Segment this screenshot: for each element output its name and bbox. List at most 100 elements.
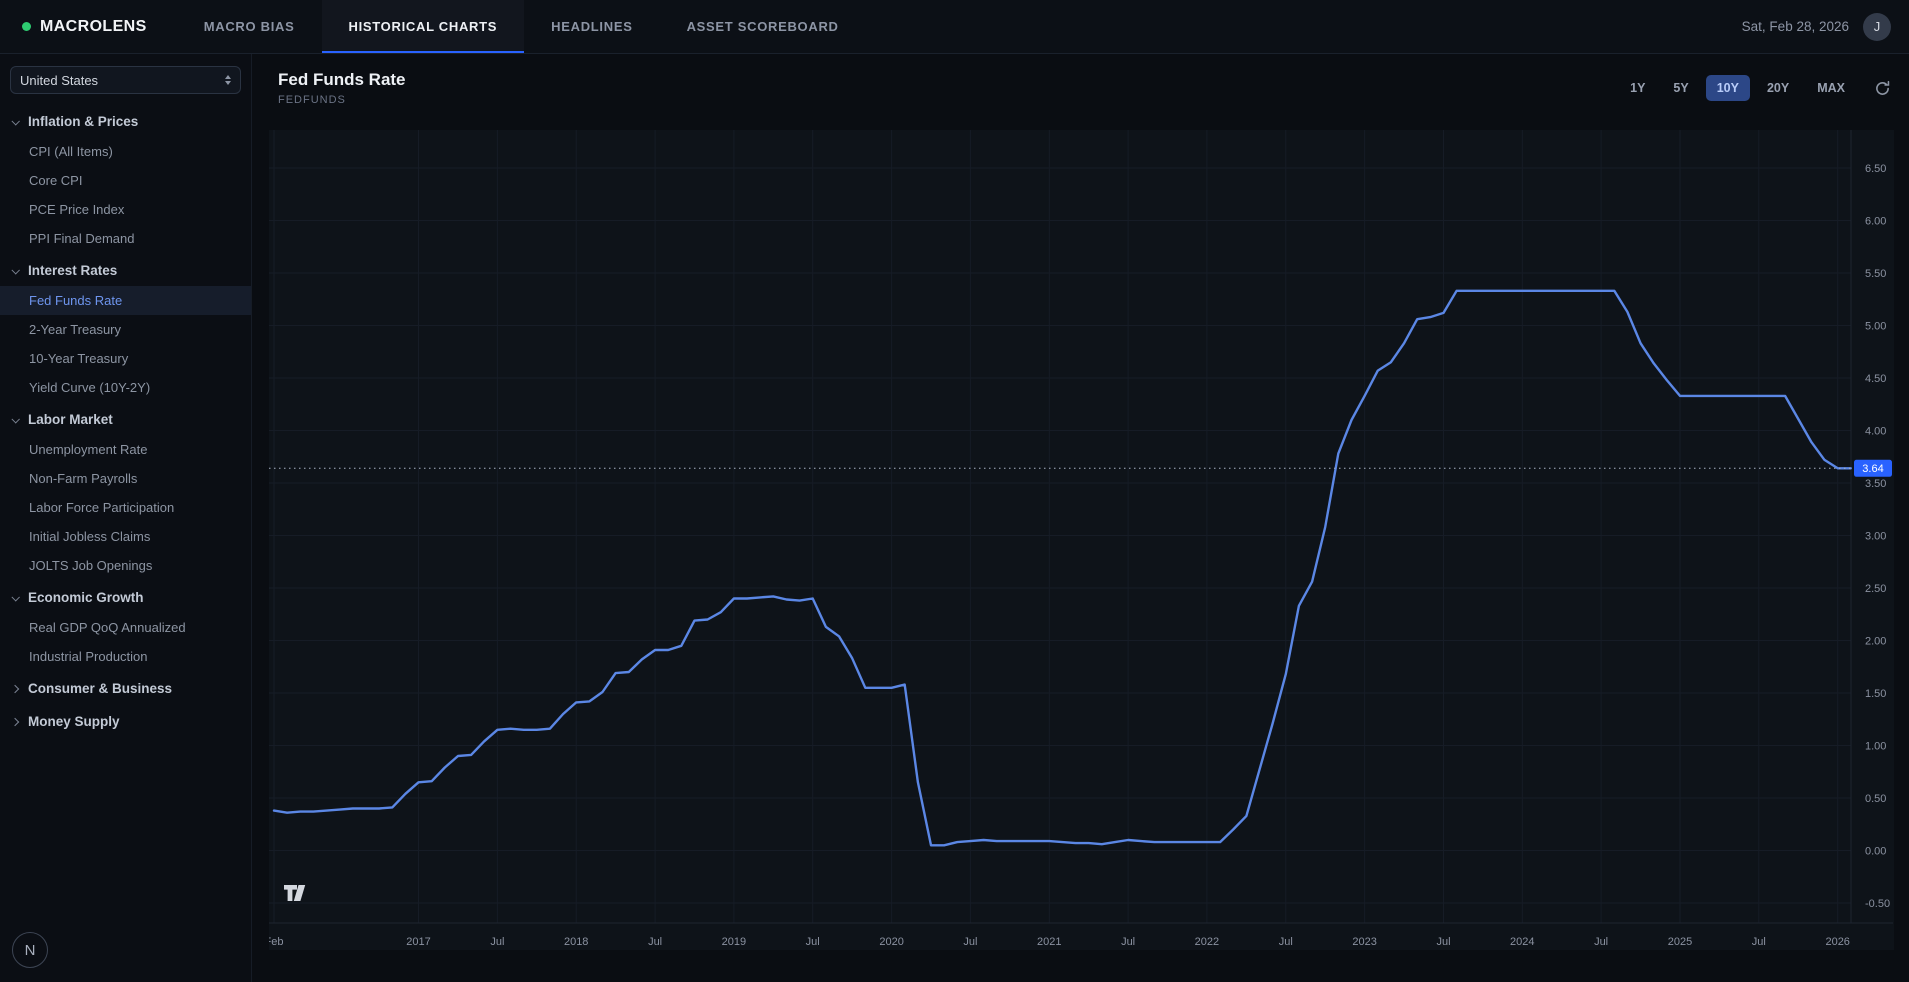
svg-text:-0.50: -0.50 [1865, 898, 1890, 910]
section-label: Inflation & Prices [28, 114, 138, 129]
svg-text:6.50: 6.50 [1865, 163, 1886, 175]
sidebar-item-real-gdp-qoq-annualized[interactable]: Real GDP QoQ Annualized [0, 613, 251, 642]
sidebar-item-industrial-production[interactable]: Industrial Production [0, 642, 251, 671]
range-buttons: 1Y5Y 10Y20YMAX [1619, 75, 1856, 101]
n-logo[interactable]: N [12, 932, 48, 968]
sidebar-section-consumer-business[interactable]: Consumer & Business [0, 673, 251, 704]
sidebar-item-10-year-treasury[interactable]: 10-Year Treasury [0, 344, 251, 373]
country-select-value: United States [20, 73, 98, 88]
range-button-max[interactable]: MAX [1806, 75, 1856, 101]
main-content: Fed Funds Rate FEDFUNDS 1Y5Y 10Y20YMAX 6.… [252, 54, 1909, 982]
chart-title-block: Fed Funds Rate FEDFUNDS [278, 70, 406, 106]
sidebar-section-economic-growth[interactable]: Economic Growth [0, 582, 251, 613]
range-selector: 1Y5Y 10Y20YMAX [1619, 75, 1891, 101]
chevron-down-icon [11, 415, 19, 423]
chevron-right-icon [11, 684, 19, 692]
svg-text:4.00: 4.00 [1865, 426, 1886, 438]
chevron-down-icon [11, 117, 19, 125]
sidebar: United States Inflation & Prices CPI (All… [0, 54, 252, 982]
svg-text:Jul: Jul [1121, 936, 1135, 948]
sidebar-item-labor-force-participation[interactable]: Labor Force Participation [0, 493, 251, 522]
chevron-right-icon [11, 717, 19, 725]
svg-text:2020: 2020 [879, 936, 903, 948]
country-select[interactable]: United States [10, 66, 241, 94]
svg-text:Feb: Feb [269, 936, 283, 948]
section-label: Interest Rates [28, 263, 117, 278]
sidebar-section-interest-rates[interactable]: Interest Rates [0, 255, 251, 286]
svg-text:Jul: Jul [1752, 936, 1766, 948]
svg-text:Jul: Jul [1594, 936, 1608, 948]
sidebar-section-labor-market[interactable]: Labor Market [0, 404, 251, 435]
nav-tab-historical-charts[interactable]: HISTORICAL CHARTS [322, 0, 525, 53]
brand-name: MACROLENS [40, 18, 147, 36]
svg-text:Jul: Jul [806, 936, 820, 948]
sidebar-item-non-farm-payrolls[interactable]: Non-Farm Payrolls [0, 464, 251, 493]
svg-text:2018: 2018 [564, 936, 588, 948]
svg-text:Jul: Jul [1279, 936, 1293, 948]
sidebar-item-unemployment-rate[interactable]: Unemployment Rate [0, 435, 251, 464]
svg-text:0.00: 0.00 [1865, 846, 1886, 858]
svg-text:0.50: 0.50 [1865, 793, 1886, 805]
svg-text:2022: 2022 [1195, 936, 1219, 948]
sidebar-item-cpi-all-items[interactable]: CPI (All Items) [0, 137, 251, 166]
sidebar-nav: Inflation & Prices CPI (All Items)Core CP… [0, 106, 251, 737]
svg-text:2.00: 2.00 [1865, 636, 1886, 648]
sidebar-item-fed-funds-rate[interactable]: Fed Funds Rate [0, 286, 251, 315]
sidebar-item-yield-curve-10y-2y[interactable]: Yield Curve (10Y-2Y) [0, 373, 251, 402]
svg-text:3.00: 3.00 [1865, 531, 1886, 543]
svg-text:2023: 2023 [1352, 936, 1376, 948]
svg-text:5.00: 5.00 [1865, 321, 1886, 333]
brand: MACROLENS [0, 0, 177, 53]
select-updown-icon [225, 75, 231, 85]
topbar-right: Sat, Feb 28, 2026 J [1742, 0, 1909, 53]
svg-text:Jul: Jul [963, 936, 977, 948]
svg-text:2025: 2025 [1668, 936, 1692, 948]
sidebar-section-money-supply[interactable]: Money Supply [0, 706, 251, 737]
refresh-icon[interactable] [1874, 80, 1891, 97]
svg-text:2024: 2024 [1510, 936, 1534, 948]
sidebar-item-ppi-final-demand[interactable]: PPI Final Demand [0, 224, 251, 253]
svg-text:2021: 2021 [1037, 936, 1061, 948]
sidebar-item-core-cpi[interactable]: Core CPI [0, 166, 251, 195]
nav-tab-headlines[interactable]: HEADLINES [524, 0, 659, 53]
nav-tab-macro-bias[interactable]: MACRO BIAS [177, 0, 322, 53]
nav-tab-asset-scoreboard[interactable]: ASSET SCOREBOARD [660, 0, 866, 53]
tradingview-logo[interactable] [283, 885, 311, 906]
svg-text:2017: 2017 [406, 936, 430, 948]
sidebar-item-2-year-treasury[interactable]: 2-Year Treasury [0, 315, 251, 344]
svg-text:5.50: 5.50 [1865, 268, 1886, 280]
section-label: Consumer & Business [28, 681, 172, 696]
range-button-10y[interactable]: 10Y [1706, 75, 1750, 101]
svg-text:2026: 2026 [1825, 936, 1849, 948]
svg-text:2019: 2019 [722, 936, 746, 948]
chart-header: Fed Funds Rate FEDFUNDS 1Y5Y 10Y20YMAX [252, 54, 1909, 122]
section-label: Economic Growth [28, 590, 144, 605]
range-button-1y[interactable]: 1Y [1619, 75, 1656, 101]
section-label: Money Supply [28, 714, 120, 729]
chart-panel: 6.506.005.505.004.504.003.503.002.502.00… [269, 130, 1894, 950]
sidebar-item-jolts-job-openings[interactable]: JOLTS Job Openings [0, 551, 251, 580]
sidebar-section-inflation-prices[interactable]: Inflation & Prices [0, 106, 251, 137]
chevron-down-icon [11, 593, 19, 601]
chevron-down-icon [11, 266, 19, 274]
chart-symbol: FEDFUNDS [278, 94, 406, 106]
svg-text:1.00: 1.00 [1865, 741, 1886, 753]
price-chart[interactable]: 6.506.005.505.004.504.003.503.002.502.00… [269, 130, 1893, 950]
current-date: Sat, Feb 28, 2026 [1742, 19, 1849, 34]
sidebar-item-pce-price-index[interactable]: PCE Price Index [0, 195, 251, 224]
top-nav: MACRO BIASHISTORICAL CHARTSHEADLINESASSE… [177, 0, 866, 53]
svg-text:4.50: 4.50 [1865, 373, 1886, 385]
range-button-20y[interactable]: 20Y [1756, 75, 1800, 101]
svg-text:2.50: 2.50 [1865, 583, 1886, 595]
chart-title: Fed Funds Rate [278, 70, 406, 90]
brand-dot-icon [22, 22, 31, 31]
svg-text:1.50: 1.50 [1865, 688, 1886, 700]
range-button-5y[interactable]: 5Y [1662, 75, 1699, 101]
user-avatar[interactable]: J [1863, 13, 1891, 41]
section-label: Labor Market [28, 412, 113, 427]
svg-text:Jul: Jul [490, 936, 504, 948]
sidebar-item-initial-jobless-claims[interactable]: Initial Jobless Claims [0, 522, 251, 551]
main-layout: United States Inflation & Prices CPI (All… [0, 54, 1909, 982]
topbar: MACROLENS MACRO BIASHISTORICAL CHARTSHEA… [0, 0, 1909, 54]
svg-text:3.64: 3.64 [1862, 463, 1883, 475]
